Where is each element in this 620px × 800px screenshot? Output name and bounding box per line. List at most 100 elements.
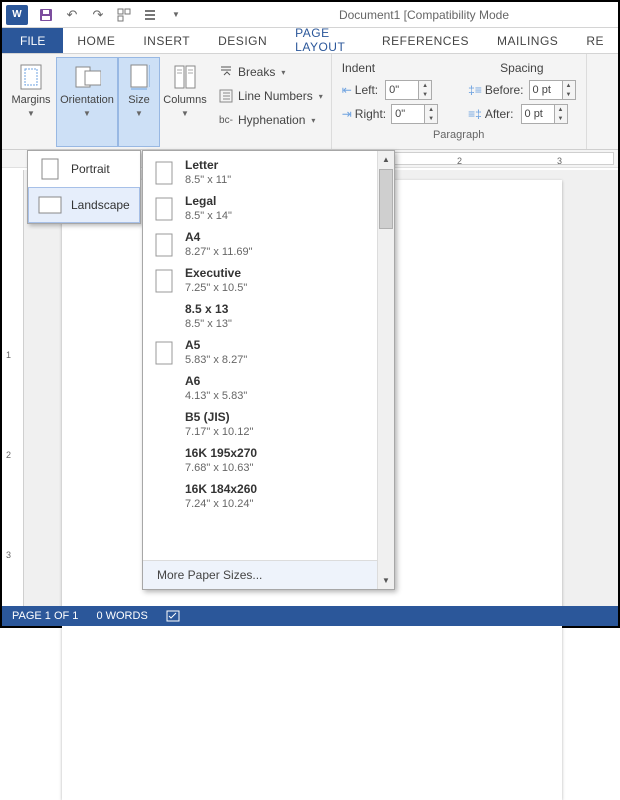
size-dimensions: 8.5" x 13" bbox=[185, 317, 232, 332]
chevron-down-icon: ▼ bbox=[135, 109, 143, 118]
tab-review[interactable]: RE bbox=[572, 28, 618, 53]
size-option-b5-jis-[interactable]: B5 (JIS)7.17" x 10.12" bbox=[143, 407, 394, 443]
tab-mailings[interactable]: MAILINGS bbox=[483, 28, 572, 53]
indent-title: Indent bbox=[342, 61, 438, 75]
size-dimensions: 7.24" x 10.24" bbox=[185, 497, 257, 512]
file-tab[interactable]: FILE bbox=[2, 28, 63, 53]
indent-right-spinner[interactable]: ▲▼ bbox=[425, 104, 438, 124]
tab-home[interactable]: HOME bbox=[63, 28, 129, 53]
size-name: B5 (JIS) bbox=[185, 410, 253, 425]
breaks-icon bbox=[218, 64, 234, 80]
chevron-down-icon: ▼ bbox=[27, 109, 35, 118]
save-button[interactable] bbox=[38, 7, 54, 23]
spacing-before-input[interactable]: 0 pt bbox=[529, 80, 563, 100]
size-name: 8.5 x 13 bbox=[185, 302, 232, 317]
status-page[interactable]: PAGE 1 OF 1 bbox=[12, 610, 78, 622]
window-title: Document1 [Compatibility Mode bbox=[190, 8, 618, 22]
spacing-title: Spacing bbox=[468, 61, 575, 75]
page-icon bbox=[153, 447, 175, 475]
size-dimensions: 5.83" x 8.27" bbox=[185, 353, 247, 368]
line-numbers-button[interactable]: Line Numbers▾ bbox=[216, 85, 325, 107]
vertical-ruler[interactable]: 1 2 3 bbox=[2, 170, 24, 606]
tab-insert[interactable]: INSERT bbox=[129, 28, 204, 53]
line-numbers-icon bbox=[218, 88, 234, 104]
page-icon bbox=[153, 483, 175, 511]
margins-button[interactable]: Margins ▼ bbox=[6, 57, 56, 147]
scroll-thumb[interactable] bbox=[379, 169, 393, 229]
size-dimensions: 7.25" x 10.5" bbox=[185, 281, 247, 296]
chevron-down-icon: ▼ bbox=[181, 109, 189, 118]
page-icon bbox=[153, 159, 175, 187]
indent-left-spinner[interactable]: ▲▼ bbox=[419, 80, 432, 100]
size-option-8-5-x-13[interactable]: 8.5 x 138.5" x 13" bbox=[143, 299, 394, 335]
orientation-portrait[interactable]: Portrait bbox=[28, 151, 140, 187]
portrait-icon bbox=[37, 158, 63, 180]
size-menu: Letter8.5" x 11"Legal8.5" x 14"A48.27" x… bbox=[142, 150, 395, 590]
size-option-legal[interactable]: Legal8.5" x 14" bbox=[143, 191, 394, 227]
size-name: A4 bbox=[185, 230, 253, 245]
tab-design[interactable]: DESIGN bbox=[204, 28, 281, 53]
size-dimensions: 7.17" x 10.12" bbox=[185, 425, 253, 440]
spacing-before-icon: ‡≡ bbox=[468, 83, 482, 97]
orientation-button[interactable]: Orientation ▼ bbox=[56, 57, 118, 147]
qat-dropdown-icon[interactable]: ▼ bbox=[168, 7, 184, 23]
redo-button[interactable]: ↷ bbox=[90, 7, 106, 23]
size-option-a6[interactable]: A64.13" x 5.83" bbox=[143, 371, 394, 407]
size-name: A6 bbox=[185, 374, 247, 389]
page-icon bbox=[153, 195, 175, 223]
breaks-button[interactable]: Breaks▾ bbox=[216, 61, 325, 83]
size-option-letter[interactable]: Letter8.5" x 11" bbox=[143, 155, 394, 191]
scroll-up-icon[interactable]: ▲ bbox=[378, 151, 394, 168]
page-icon bbox=[153, 303, 175, 331]
size-dimensions: 8.5" x 14" bbox=[185, 209, 232, 224]
status-proofing-icon[interactable] bbox=[166, 610, 180, 622]
size-name: 16K 184x260 bbox=[185, 482, 257, 497]
size-option-executive[interactable]: Executive7.25" x 10.5" bbox=[143, 263, 394, 299]
page-icon bbox=[153, 231, 175, 259]
size-name: 16K 195x270 bbox=[185, 446, 257, 461]
page-icon bbox=[153, 411, 175, 439]
status-bar: PAGE 1 OF 1 0 WORDS bbox=[2, 606, 618, 626]
spacing-after-input[interactable]: 0 pt bbox=[521, 104, 555, 124]
size-name: Executive bbox=[185, 266, 247, 281]
tab-references[interactable]: REFERENCES bbox=[368, 28, 483, 53]
page-icon bbox=[153, 267, 175, 295]
indent-left-icon: ⇤ bbox=[342, 83, 352, 97]
scroll-down-icon[interactable]: ▼ bbox=[378, 572, 394, 589]
orientation-landscape[interactable]: Landscape bbox=[28, 187, 140, 223]
size-option-a4[interactable]: A48.27" x 11.69" bbox=[143, 227, 394, 263]
status-words[interactable]: 0 WORDS bbox=[96, 610, 147, 622]
spacing-after-icon: ≡‡ bbox=[468, 107, 482, 121]
indent-right-input[interactable]: 0" bbox=[391, 104, 425, 124]
size-menu-scrollbar[interactable]: ▲ ▼ bbox=[377, 151, 394, 589]
page-icon bbox=[153, 339, 175, 367]
undo-button[interactable]: ↶ bbox=[64, 7, 80, 23]
size-option-16k-184x260[interactable]: 16K 184x2607.24" x 10.24" bbox=[143, 479, 394, 515]
more-paper-sizes[interactable]: More Paper Sizes... bbox=[143, 560, 394, 589]
hyphenation-button[interactable]: bc‑Hyphenation▾ bbox=[216, 109, 325, 131]
landscape-icon bbox=[37, 194, 63, 216]
touch-mode-button[interactable] bbox=[116, 7, 132, 23]
size-option-a5[interactable]: A55.83" x 8.27" bbox=[143, 335, 394, 371]
page-icon bbox=[153, 375, 175, 403]
orientation-menu: Portrait Landscape bbox=[27, 150, 141, 224]
size-dimensions: 8.27" x 11.69" bbox=[185, 245, 253, 260]
columns-button[interactable]: Columns ▼ bbox=[160, 57, 210, 147]
spacing-before-spinner[interactable]: ▲▼ bbox=[563, 80, 576, 100]
size-name: A5 bbox=[185, 338, 247, 353]
indent-left-input[interactable]: 0" bbox=[385, 80, 419, 100]
size-button[interactable]: Size ▼ bbox=[118, 57, 160, 147]
size-name: Letter bbox=[185, 158, 231, 173]
hyphenation-icon: bc‑ bbox=[218, 112, 234, 128]
size-dimensions: 8.5" x 11" bbox=[185, 173, 231, 188]
spacing-after-spinner[interactable]: ▲▼ bbox=[555, 104, 568, 124]
indent-right-icon: ⇥ bbox=[342, 107, 352, 121]
word-app-icon: W bbox=[6, 5, 28, 25]
size-dimensions: 4.13" x 5.83" bbox=[185, 389, 247, 404]
size-option-16k-195x270[interactable]: 16K 195x2707.68" x 10.63" bbox=[143, 443, 394, 479]
size-dimensions: 7.68" x 10.63" bbox=[185, 461, 257, 476]
chevron-down-icon: ▼ bbox=[83, 109, 91, 118]
tab-page-layout[interactable]: PAGE LAYOUT bbox=[281, 28, 368, 53]
paragraph-group-label: Paragraph bbox=[336, 127, 582, 143]
qat-customize-button[interactable] bbox=[142, 7, 158, 23]
